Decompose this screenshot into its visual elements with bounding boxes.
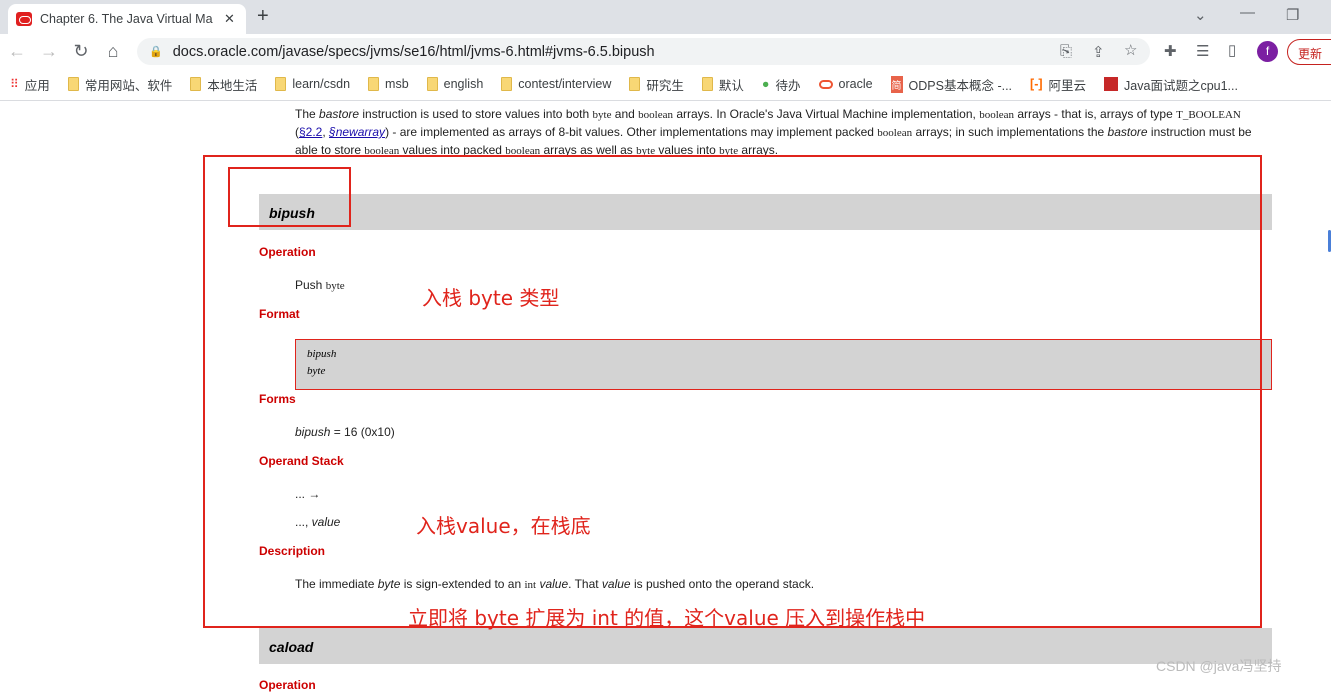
url-text[interactable]: docs.oracle.com/javase/specs/jvms/se16/h…: [173, 44, 655, 60]
browser-tab[interactable]: Chapter 6. The Java Virtual Ma ✕: [8, 4, 246, 34]
bookmark-label: 常用网站、软件: [84, 78, 173, 93]
avatar[interactable]: f: [1257, 41, 1278, 62]
link-newarray[interactable]: §newarray: [329, 125, 385, 139]
bookmark-item[interactable]: [-] 阿里云: [1030, 75, 1086, 94]
bookmark-label: 本地生活: [207, 78, 258, 93]
address-bar[interactable]: 🔒 docs.oracle.com/javase/specs/jvms/se16…: [137, 38, 1150, 65]
section-title-caload: caload: [259, 628, 1272, 664]
bookmark-label: 默认: [718, 78, 744, 93]
bookmark-item[interactable]: ● 待办: [762, 75, 801, 94]
oracle-favicon-icon: [16, 12, 32, 26]
bookmark-label: 阿里云: [1048, 78, 1087, 93]
bookmark-item[interactable]: 默认: [701, 75, 744, 94]
watermark: CSDN @java冯坚持: [1156, 658, 1282, 674]
folder-icon: [368, 77, 380, 91]
bookmark-item[interactable]: learn/csdn: [275, 77, 350, 91]
forward-icon[interactable]: →: [38, 41, 60, 62]
site-icon: [1104, 77, 1119, 91]
close-tab-icon[interactable]: ✕: [224, 11, 235, 27]
reading-list-icon[interactable]: ☰: [1196, 42, 1209, 60]
bookmark-label: msb: [385, 77, 409, 91]
bookmark-label: 待办: [775, 78, 801, 93]
annotation-stack-bottom: 入栈value，在栈底: [416, 514, 591, 538]
folder-icon: [190, 77, 202, 91]
annotation-push-byte: 入栈 byte 类型: [422, 286, 560, 310]
update-button[interactable]: 更新: [1287, 39, 1331, 65]
next-operation-heading: Operation: [259, 678, 316, 692]
bookmark-item[interactable]: Java面试题之cpu1...: [1104, 75, 1238, 94]
bookmark-item[interactable]: contest/interview: [501, 77, 611, 91]
annotation-outer-rect: [203, 155, 1262, 628]
link-2-2[interactable]: §2.2: [299, 125, 322, 139]
bookmarks-bar: ⠿ 应用 常用网站、软件 本地生活 learn/csdn msb english …: [0, 68, 1331, 101]
bookmark-item[interactable]: 简 ODPS基本概念 -...: [890, 75, 1013, 94]
bookmark-label: 研究生: [646, 78, 684, 93]
bookmark-label: 应用: [24, 78, 50, 93]
folder-icon: [275, 77, 287, 91]
new-tab-icon[interactable]: +: [257, 5, 269, 28]
intro-paragraph: The bastore instruction is used to store…: [295, 107, 1252, 157]
folder-icon: [701, 77, 713, 91]
bookmark-item[interactable]: oracle: [818, 77, 873, 91]
folder-icon: [426, 77, 438, 91]
bookmark-item[interactable]: 研究生: [629, 75, 684, 94]
bookmark-apps[interactable]: ⠿ 应用: [10, 75, 50, 94]
side-panel-icon[interactable]: ▯: [1228, 41, 1236, 59]
back-icon[interactable]: ←: [6, 41, 28, 62]
lock-icon: 🔒: [149, 46, 163, 58]
bookmark-label: Java面试题之cpu1...: [1124, 78, 1238, 93]
todo-leaf-icon: ●: [761, 77, 770, 91]
annotation-description: 立即将 byte 扩展为 int 的值，这个value 压入到操作栈中: [408, 606, 926, 630]
folder-icon: [629, 77, 641, 91]
share-icon[interactable]: ⇪: [1092, 43, 1105, 61]
bookmark-label: ODPS基本概念 -...: [908, 78, 1013, 93]
annotation-format-rect: [295, 339, 1272, 390]
folder-icon: [501, 77, 513, 91]
bookmark-item[interactable]: 本地生活: [190, 75, 257, 94]
restore-icon[interactable]: ❐: [1286, 6, 1299, 24]
home-icon[interactable]: ⌂: [102, 41, 124, 62]
minimize-icon[interactable]: —: [1240, 4, 1255, 21]
bookmark-item[interactable]: english: [426, 77, 484, 91]
bookmark-item[interactable]: 常用网站、软件: [67, 75, 173, 94]
tab-title: Chapter 6. The Java Virtual Ma: [40, 12, 213, 26]
bookmark-label: contest/interview: [518, 77, 612, 91]
jianshu-icon: 简: [890, 75, 903, 93]
bookmark-label: english: [443, 77, 484, 91]
reload-icon[interactable]: ↻: [70, 41, 92, 62]
bookmark-label: learn/csdn: [292, 77, 351, 91]
tab-search-icon[interactable]: ⌄: [1194, 6, 1207, 24]
bookmark-star-icon[interactable]: ☆: [1124, 41, 1137, 59]
bookmark-label: oracle: [838, 77, 873, 91]
oracle-icon: [818, 79, 833, 89]
bookmark-item[interactable]: msb: [368, 77, 409, 91]
aliyun-icon: [-]: [1030, 77, 1043, 91]
annotation-title-rect: [228, 167, 351, 227]
folder-icon: [67, 77, 79, 91]
extensions-icon[interactable]: ✚: [1164, 42, 1177, 60]
apps-grid-icon: ⠿: [10, 77, 19, 91]
translate-icon[interactable]: ⎘: [1060, 43, 1072, 60]
